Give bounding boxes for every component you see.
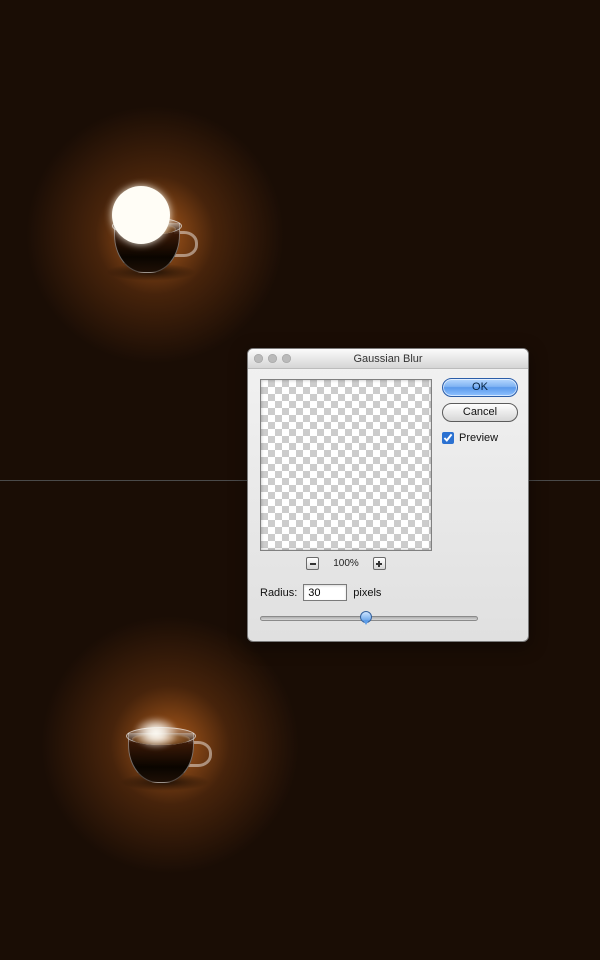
gaussian-blur-dialog: Gaussian Blur 100% OK Cancel Preview Rad… <box>247 348 529 642</box>
preview-pane[interactable] <box>260 379 432 551</box>
window-controls <box>254 354 291 363</box>
zoom-level: 100% <box>333 558 359 569</box>
traffic-light-icon <box>268 354 277 363</box>
highlight-blob-unblurred <box>112 186 170 244</box>
zoom-out-button[interactable] <box>306 557 319 570</box>
radius-input[interactable] <box>303 584 347 601</box>
radius-label: Radius: <box>260 587 297 599</box>
dialog-content: 100% OK Cancel Preview Radius: pixels <box>248 369 528 641</box>
plus-icon <box>375 560 383 568</box>
traffic-light-icon <box>254 354 263 363</box>
preview-checkbox-label: Preview <box>459 432 498 444</box>
dialog-title: Gaussian Blur <box>353 353 422 365</box>
slider-thumb[interactable] <box>358 609 372 625</box>
radius-unit: pixels <box>353 587 381 599</box>
dialog-titlebar[interactable]: Gaussian Blur <box>248 349 528 369</box>
highlight-blob-blurred <box>131 715 181 751</box>
minus-icon <box>309 560 317 568</box>
preview-checkbox-row[interactable]: Preview <box>442 432 518 444</box>
ok-button[interactable]: OK <box>442 378 518 397</box>
preview-checkbox[interactable] <box>442 432 454 444</box>
zoom-in-button[interactable] <box>373 557 386 570</box>
cancel-button[interactable]: Cancel <box>442 403 518 422</box>
traffic-light-icon <box>282 354 291 363</box>
radius-slider[interactable] <box>260 609 478 627</box>
